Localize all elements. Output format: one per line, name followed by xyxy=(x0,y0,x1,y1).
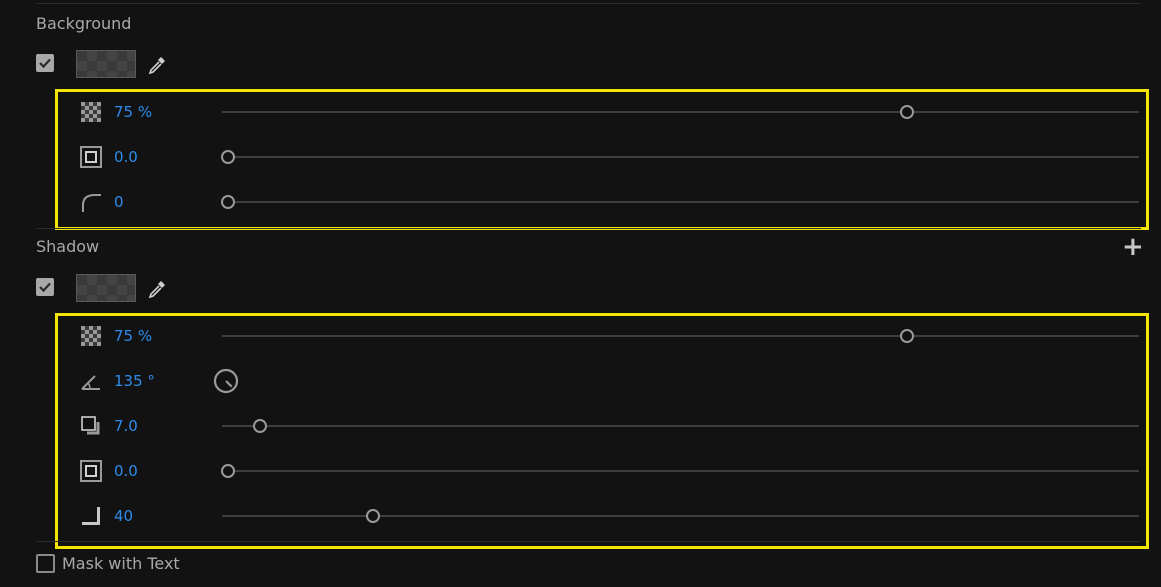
stroke-size-icon xyxy=(80,146,102,168)
size-icon xyxy=(80,460,102,482)
shadow-value-4[interactable]: 40 xyxy=(114,507,133,525)
background-slider-knob-2[interactable] xyxy=(221,195,235,209)
shadow-checkbox[interactable] xyxy=(36,278,54,296)
shadow-slider-knob-2[interactable] xyxy=(252,419,267,433)
distance-icon xyxy=(80,415,102,437)
eyedropper-icon[interactable] xyxy=(146,278,168,300)
opacity-icon xyxy=(80,325,102,347)
mask-with-text-checkbox[interactable] xyxy=(36,554,55,573)
angle-icon xyxy=(80,370,102,392)
add-shadow-button[interactable]: + xyxy=(1122,234,1144,260)
background-value-0[interactable]: 75 % xyxy=(114,103,152,121)
shadow-value-2[interactable]: 7.0 xyxy=(114,417,138,435)
top-divider xyxy=(36,3,1141,4)
shadow-slider-knob-3[interactable] xyxy=(221,464,235,478)
section-divider xyxy=(36,228,1141,229)
background-value-1[interactable]: 0.0 xyxy=(114,148,138,166)
corner-radius-icon xyxy=(80,191,102,213)
mask-with-text-label: Mask with Text xyxy=(62,554,180,573)
shadow-slider-track-3[interactable] xyxy=(222,470,1139,472)
checkmark-icon xyxy=(39,58,51,69)
bottom-divider xyxy=(36,541,1141,542)
blur-icon xyxy=(80,505,102,527)
shadow-slider-track-0[interactable] xyxy=(222,335,1139,337)
background-slider-knob-1[interactable] xyxy=(221,150,235,164)
background-color-swatch[interactable] xyxy=(76,50,136,78)
background-section-title: Background xyxy=(36,14,132,33)
angle-dial[interactable] xyxy=(212,367,240,395)
background-checkbox[interactable] xyxy=(36,54,54,72)
shadow-value-0[interactable]: 75 % xyxy=(114,327,152,345)
shadow-slider-knob-0[interactable] xyxy=(899,329,914,343)
background-value-2[interactable]: 0 xyxy=(114,193,124,211)
eyedropper-icon[interactable] xyxy=(146,54,168,76)
shadow-slider-knob-4[interactable] xyxy=(365,509,380,523)
background-slider-track-2[interactable] xyxy=(222,201,1139,203)
checkmark-icon xyxy=(39,282,51,293)
shadow-value-3[interactable]: 0.0 xyxy=(114,462,138,480)
background-slider-track-0[interactable] xyxy=(222,111,1139,113)
shadow-highlight-box xyxy=(55,313,1149,549)
shadow-color-swatch[interactable] xyxy=(76,274,136,302)
opacity-icon xyxy=(80,101,102,123)
shadow-section-title: Shadow xyxy=(36,237,100,256)
shadow-value-1[interactable]: 135 ° xyxy=(114,372,155,390)
shadow-slider-track-4[interactable] xyxy=(222,515,1139,517)
shadow-slider-track-2[interactable] xyxy=(222,425,1139,427)
background-slider-knob-0[interactable] xyxy=(899,105,914,119)
background-slider-track-1[interactable] xyxy=(222,156,1139,158)
